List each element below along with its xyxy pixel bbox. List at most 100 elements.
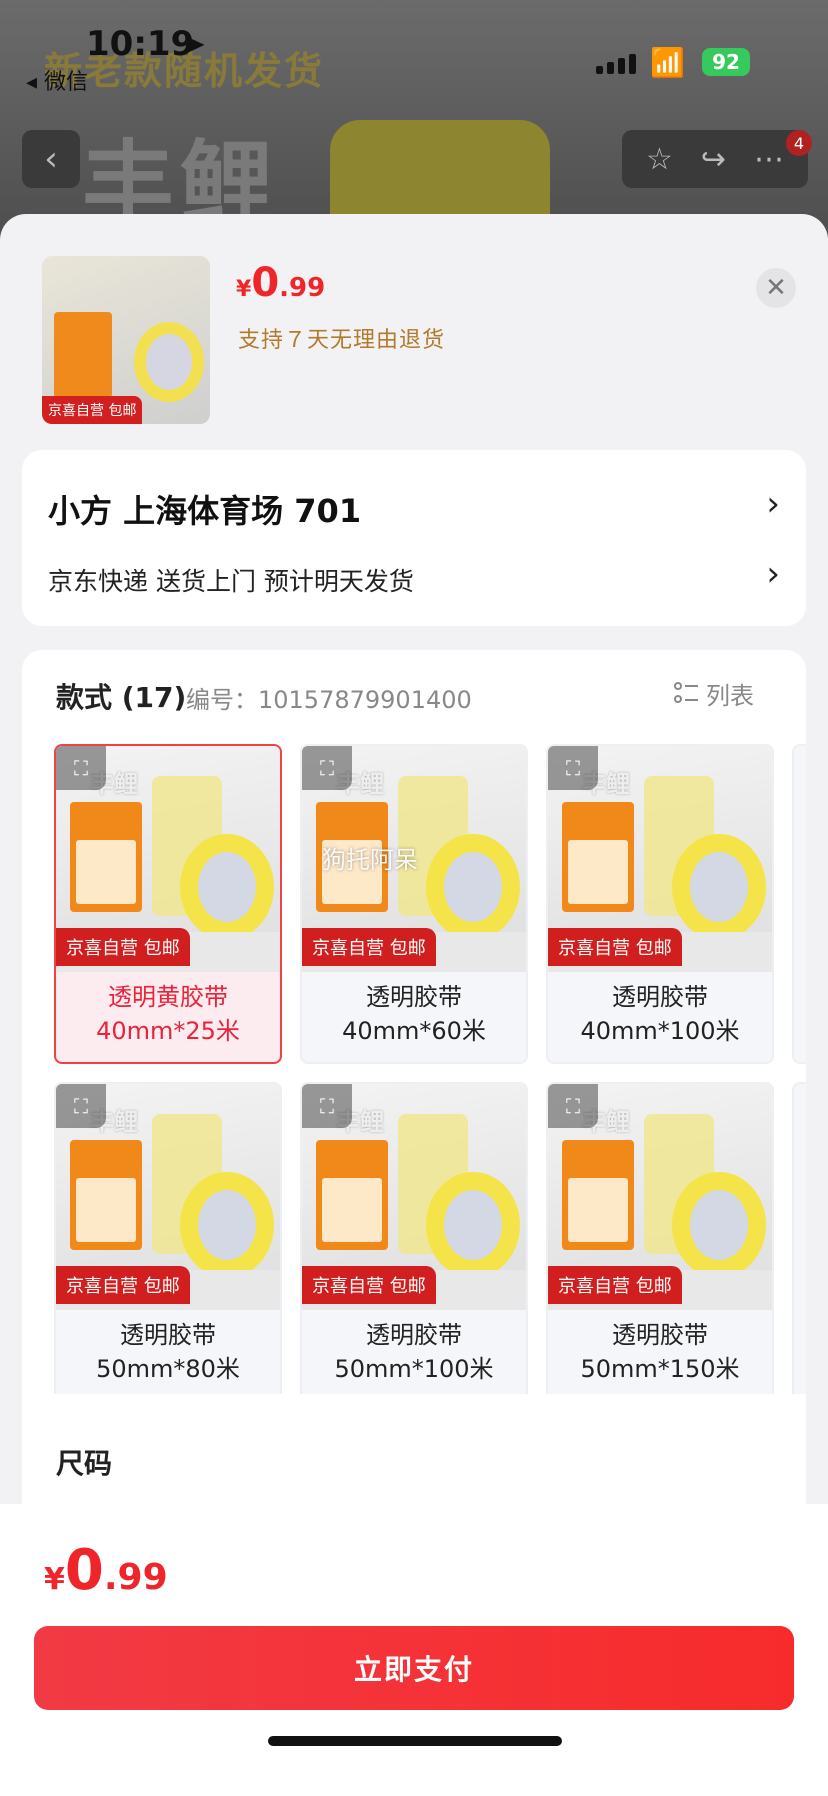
status-bar: 10:19 ➤ ◂ 微信 📶 92 [0, 0, 828, 95]
tape-roll [426, 834, 520, 940]
battery-indicator: 92 [702, 48, 750, 76]
tape-roll [672, 834, 766, 940]
currency-symbol: ¥ [236, 277, 252, 302]
style-option-image: 丰鲤 ⛶ 京喜自营 包邮 [548, 746, 772, 972]
style-option-image: 丰鲤 ⛶ 京喜自营 包邮 [56, 1084, 280, 1310]
tape-roll [180, 1172, 274, 1278]
price-integer: 0 [251, 260, 280, 306]
thumbnail-label-graphic [54, 312, 112, 398]
price-decimal: .99 [103, 1557, 168, 1598]
style-option-spec: 50mm*100米 [334, 1355, 494, 1383]
free-shipping-tag: 京喜自营 包邮 [56, 928, 190, 966]
style-grid: 丰鲤 ⛶ 京喜自营 包邮 透明黄胶带 40mm*25米 丰鲤 ⛶ 京喜自营 包邮 透明胶带 40m… [54, 744, 806, 1394]
shipping-info[interactable]: 京东快递 送货上门 预计明天发货 [48, 562, 414, 598]
style-option-image: 丰鲤 ⛶ 京喜自营 包邮 [302, 1084, 526, 1310]
expand-icon[interactable]: ⛶ [548, 746, 598, 790]
style-option[interactable]: 丰鲤 ⛶ 京喜自营 包邮 透明胶带 40mm*100米 [546, 744, 774, 1064]
size-section-title: 尺码 [56, 1447, 113, 1480]
style-option-name: 透明黄胶带 [108, 983, 228, 1011]
free-shipping-tag: 京喜自营 包邮 [548, 928, 682, 966]
expand-icon[interactable]: ⛶ [56, 1084, 106, 1128]
thumbnail-tape-roll [134, 322, 204, 402]
product-header: 京喜自营 包邮 ¥0.99 支持７天无理由退货 ✕ [0, 214, 828, 448]
address-card: 小方 上海体育场 701 › 京东快递 送货上门 预计明天发货 › [22, 450, 806, 626]
list-icon [674, 681, 698, 706]
star-icon[interactable]: ☆ [646, 142, 673, 177]
thumbnail-free-shipping-tag: 京喜自营 包邮 [42, 396, 143, 424]
style-option-spec: 50mm*150米 [580, 1355, 740, 1383]
style-option-name: 透明胶带 [120, 1321, 216, 1349]
style-option-label: 透明黄胶带 40mm*25米 [56, 980, 280, 1048]
style-option-label: 透明胶带 40mm*100米 [548, 980, 772, 1048]
chevron-right-icon[interactable]: › [766, 554, 780, 594]
pay-now-button[interactable]: 立即支付 [34, 1626, 794, 1710]
style-option-label: 透明胶带 50mm*80米 [56, 1318, 280, 1386]
clock: 10:19 [86, 24, 195, 64]
free-shipping-tag: 京喜自营 包邮 [548, 1266, 682, 1304]
location-arrow-icon: ➤ [184, 30, 206, 60]
style-card: 款式 (17) 编号：10157879901400 列表 丰鲤 ⛶ 京喜自营 包邮透… [22, 650, 806, 1550]
chevron-right-icon[interactable]: › [766, 484, 780, 524]
style-option-name: 透明胶带 [366, 1321, 462, 1349]
style-option[interactable]: 丰鲤 ⛶ 京喜自营 包邮 透明胶带 50mm*150米 [546, 1082, 774, 1394]
sku-selection-sheet: 京喜自营 包邮 ¥0.99 支持７天无理由退货 ✕ 小方 上海体育场 701 ›… [0, 214, 828, 1796]
style-option[interactable]: 丰鲤 ⛶ 京喜自营 包邮 透明胶带 40mm*60米 [300, 744, 528, 1064]
style-option-image: 丰鲤 ⛶ 京喜自营 包邮 [56, 746, 280, 972]
product-label-graphic [70, 1140, 142, 1250]
price-decimal: .99 [279, 273, 326, 303]
free-shipping-tag: 京喜自营 包邮 [302, 1266, 436, 1304]
delivery-address[interactable]: 小方 上海体育场 701 [48, 486, 361, 532]
expand-icon[interactable]: ⛶ [56, 746, 106, 790]
product-thumbnail[interactable]: 京喜自营 包邮 [42, 256, 210, 424]
close-button[interactable]: ✕ [756, 268, 796, 308]
product-label-graphic [562, 1140, 634, 1250]
cellular-signal-icon [596, 54, 636, 74]
style-option[interactable]: 丰鲤 ⛶ 京喜自营 包邮 透明胶带 50mm*80米 [54, 1082, 282, 1394]
style-option-partial[interactable] [792, 744, 806, 1064]
tape-roll [426, 1172, 520, 1278]
style-option-spec: 40mm*60米 [342, 1017, 486, 1045]
expand-icon[interactable]: ⛶ [302, 1084, 352, 1128]
price-integer: 0 [64, 1538, 104, 1603]
product-label-graphic [316, 1140, 388, 1250]
currency-symbol: ¥ [44, 1562, 65, 1597]
free-shipping-tag: 京喜自营 包邮 [56, 1266, 190, 1304]
style-option-label: 透明胶带 50mm*100米 [302, 1318, 526, 1386]
style-option[interactable]: 丰鲤 ⛶ 京喜自营 包邮 透明黄胶带 40mm*25米 [54, 744, 282, 1064]
style-title: 款式 (17) [56, 681, 187, 714]
style-option-name: 透明胶带 [366, 983, 462, 1011]
back-button[interactable]: ‹ [22, 130, 80, 188]
style-option-image: 丰鲤 ⛶ 京喜自营 包邮 [548, 1084, 772, 1310]
style-option-label: 透明胶带 50mm*150米 [548, 1318, 772, 1386]
tape-roll [180, 834, 274, 940]
list-view-toggle[interactable]: 列表 [674, 676, 754, 711]
wifi-icon: 📶 [650, 46, 685, 79]
share-icon[interactable]: ↪ [701, 142, 726, 177]
free-shipping-tag: 京喜自营 包邮 [302, 928, 436, 966]
product-label-graphic [562, 802, 634, 912]
style-option-name: 透明胶带 [612, 1321, 708, 1349]
style-option[interactable]: 丰鲤 ⛶ 京喜自营 包邮 透明胶带 50mm*100米 [300, 1082, 528, 1394]
chevron-left-icon: ‹ [44, 139, 58, 179]
style-option-partial[interactable] [792, 1082, 806, 1394]
product-price: ¥0.99 [236, 260, 325, 306]
tape-roll [672, 1172, 766, 1278]
home-indicator [268, 1736, 562, 1746]
close-icon: ✕ [765, 273, 787, 303]
checkout-bar: ¥0.99 立即支付 [0, 1504, 828, 1796]
return-policy-text: 支持７天无理由退货 [238, 328, 446, 353]
style-option-spec: 50mm*80米 [96, 1355, 240, 1383]
list-view-label: 列表 [706, 682, 754, 710]
watermark-text: 狗托阿呆 [322, 846, 418, 874]
product-label-graphic [70, 802, 142, 912]
style-option-spec: 40mm*100米 [580, 1017, 740, 1045]
product-code: 编号：10157879901400 [186, 686, 472, 714]
expand-icon[interactable]: ⛶ [548, 1084, 598, 1128]
style-option-name: 透明胶带 [612, 983, 708, 1011]
back-to-app-link[interactable]: ◂ 微信 [26, 64, 88, 96]
total-price: ¥0.99 [44, 1538, 168, 1603]
style-option-spec: 40mm*25米 [96, 1017, 240, 1045]
expand-icon[interactable]: ⛶ [302, 746, 352, 790]
more-icon[interactable]: ⋯ [754, 142, 784, 177]
top-actions: ☆ ↪ ⋯ [622, 130, 808, 188]
